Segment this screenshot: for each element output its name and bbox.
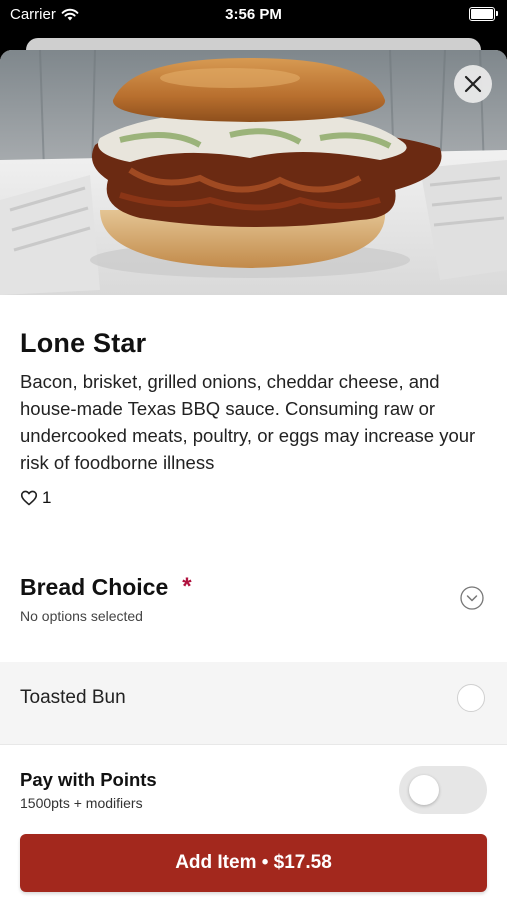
pay-with-points-subtitle: 1500pts + modifiers [20, 795, 143, 811]
item-title: Lone Star [20, 328, 147, 358]
pay-with-points-toggle[interactable] [399, 766, 487, 814]
item-photo [0, 50, 507, 295]
close-button[interactable] [454, 65, 492, 103]
like-button[interactable]: 1 [20, 488, 51, 508]
option-toasted-bun[interactable]: Toasted Bun [0, 662, 507, 744]
battery-icon [469, 7, 498, 21]
like-count: 1 [42, 488, 52, 507]
close-icon [464, 75, 482, 93]
required-marker: * [182, 573, 192, 600]
bread-choice-header[interactable]: Bread Choice * [20, 573, 192, 601]
item-detail-sheet: Lone Star Bacon, brisket, grilled onions… [0, 50, 507, 900]
pay-with-points-title: Pay with Points [20, 769, 157, 790]
bread-choice-status: No options selected [20, 608, 143, 624]
bread-choice-title: Bread Choice [20, 573, 169, 600]
option-radio[interactable] [457, 684, 485, 712]
add-item-button[interactable]: Add Item • $17.58 [20, 834, 487, 892]
toggle-knob [409, 775, 439, 805]
sandwich-illustration [0, 50, 507, 295]
clock: 3:56 PM [225, 6, 282, 23]
divider [0, 744, 507, 745]
option-label: Toasted Bun [20, 687, 126, 708]
chevron-down-icon[interactable] [460, 586, 484, 610]
heart-icon [20, 490, 38, 506]
item-description: Bacon, brisket, grilled onions, cheddar … [20, 371, 476, 473]
status-bar: Carrier 3:56 PM [0, 0, 507, 30]
